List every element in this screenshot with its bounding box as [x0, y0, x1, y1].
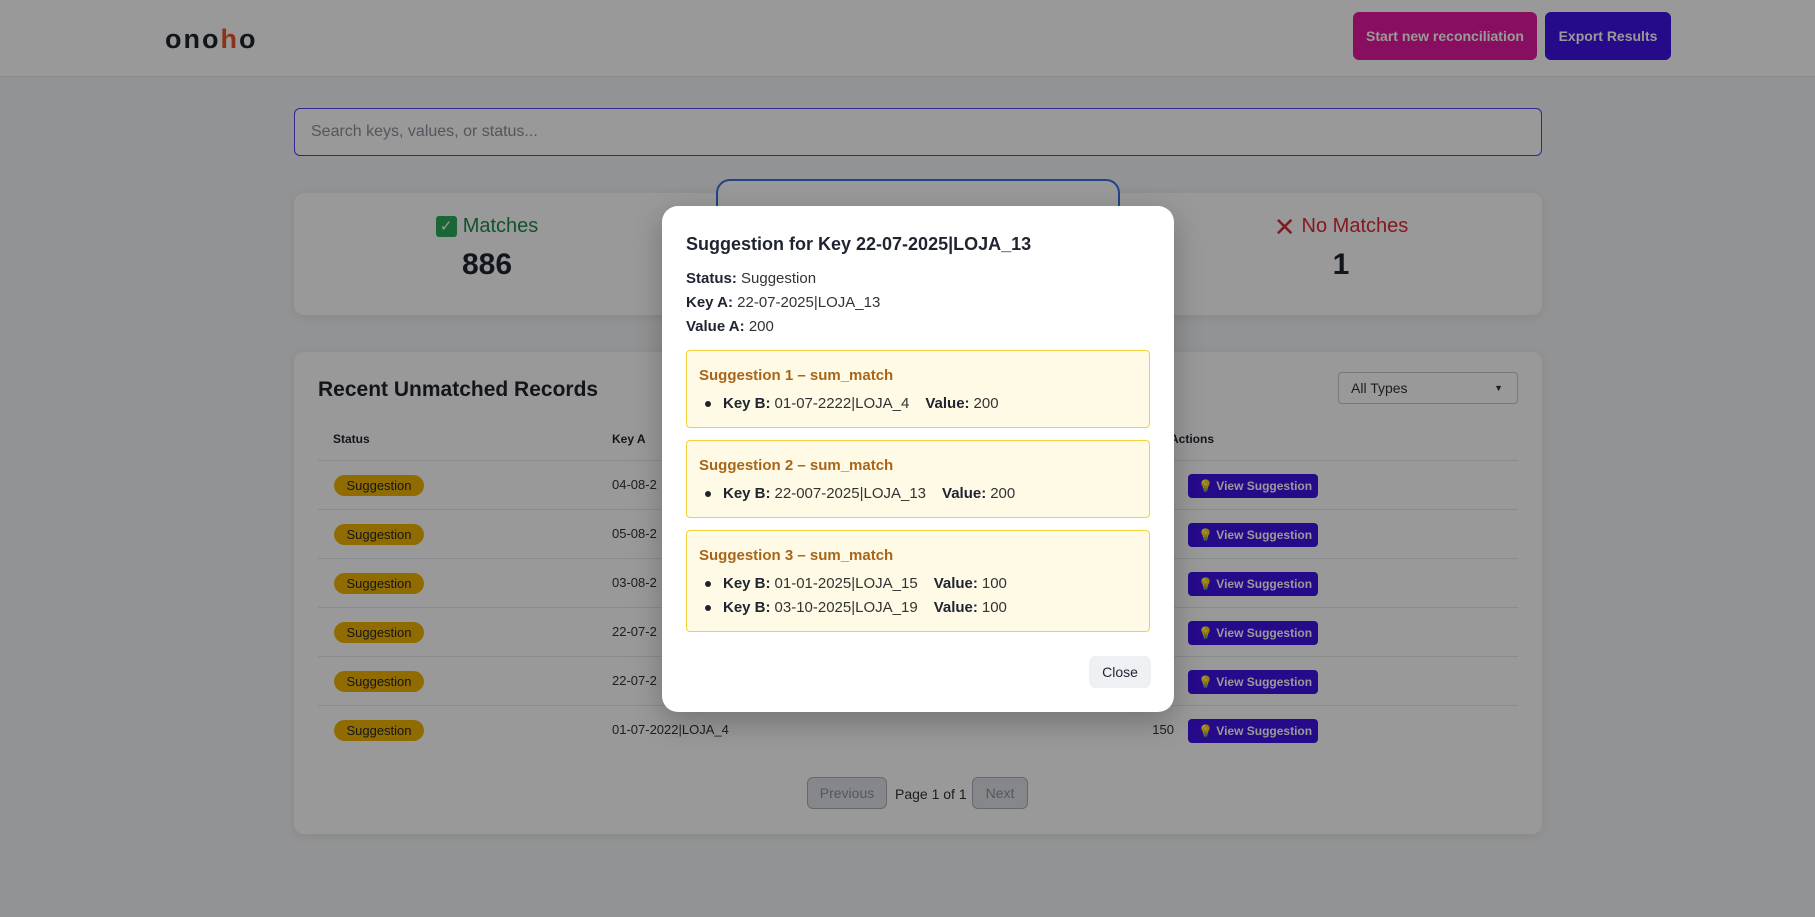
status-row: Status: Suggestion — [686, 270, 816, 287]
bullet-icon — [705, 604, 711, 611]
suggestion-card: Suggestion 3 – sum_match Key B: 01-01-202… — [686, 530, 1150, 632]
key-b-value: 01-01-2025|LOJA_15 — [774, 575, 918, 592]
suggestion-item: Key B: 22-007-2025|LOJA_13 Value: 200 — [705, 485, 1015, 502]
status-label: Status: — [686, 270, 737, 287]
value-label: Value: — [925, 395, 970, 412]
value-a-value: 200 — [748, 318, 774, 335]
value-value: 200 — [990, 485, 1016, 502]
value-label: Value: — [933, 575, 978, 592]
bullet-icon — [705, 490, 711, 497]
value-a-row: Value A: 200 — [686, 318, 774, 335]
value-value: 200 — [973, 395, 999, 412]
value-value: 100 — [981, 575, 1007, 592]
suggestion-modal: Suggestion for Key 22-07-2025|LOJA_13 St… — [662, 206, 1174, 712]
suggestion-title: Suggestion 3 – sum_match — [699, 547, 894, 564]
value-label: Value: — [933, 599, 978, 616]
status-value: Suggestion — [741, 270, 817, 287]
suggestion-title: Suggestion 1 – sum_match — [699, 367, 894, 384]
value-a-label: Value A: — [686, 318, 745, 335]
suggestion-card: Suggestion 1 – sum_match Key B: 01-07-222… — [686, 350, 1150, 428]
key-a-label: Key A: — [686, 294, 733, 311]
key-b-label: Key B: — [723, 575, 771, 592]
key-b-value: 03-10-2025|LOJA_19 — [774, 599, 918, 616]
close-button[interactable]: Close — [1089, 656, 1151, 688]
value-label: Value: — [942, 485, 987, 502]
bullet-icon — [705, 580, 711, 587]
key-b-value: 22-007-2025|LOJA_13 — [774, 485, 927, 502]
key-b-label: Key B: — [723, 485, 771, 502]
key-b-value: 01-07-2222|LOJA_4 — [774, 395, 910, 412]
suggestion-item: Key B: 01-01-2025|LOJA_15 Value: 100 — [705, 575, 1007, 592]
suggestion-item: Key B: 01-07-2222|LOJA_4 Value: 200 — [705, 395, 999, 412]
bullet-icon — [705, 400, 711, 407]
suggestion-title: Suggestion 2 – sum_match — [699, 457, 894, 474]
value-value: 100 — [981, 599, 1007, 616]
key-a-row: Key A: 22-07-2025|LOJA_13 — [686, 294, 880, 311]
key-b-label: Key B: — [723, 599, 771, 616]
key-a-value: 22-07-2025|LOJA_13 — [737, 294, 881, 311]
key-b-label: Key B: — [723, 395, 771, 412]
suggestion-item: Key B: 03-10-2025|LOJA_19 Value: 100 — [705, 599, 1007, 616]
suggestion-card: Suggestion 2 – sum_match Key B: 22-007-20… — [686, 440, 1150, 518]
modal-title: Suggestion for Key 22-07-2025|LOJA_13 — [686, 234, 1032, 254]
